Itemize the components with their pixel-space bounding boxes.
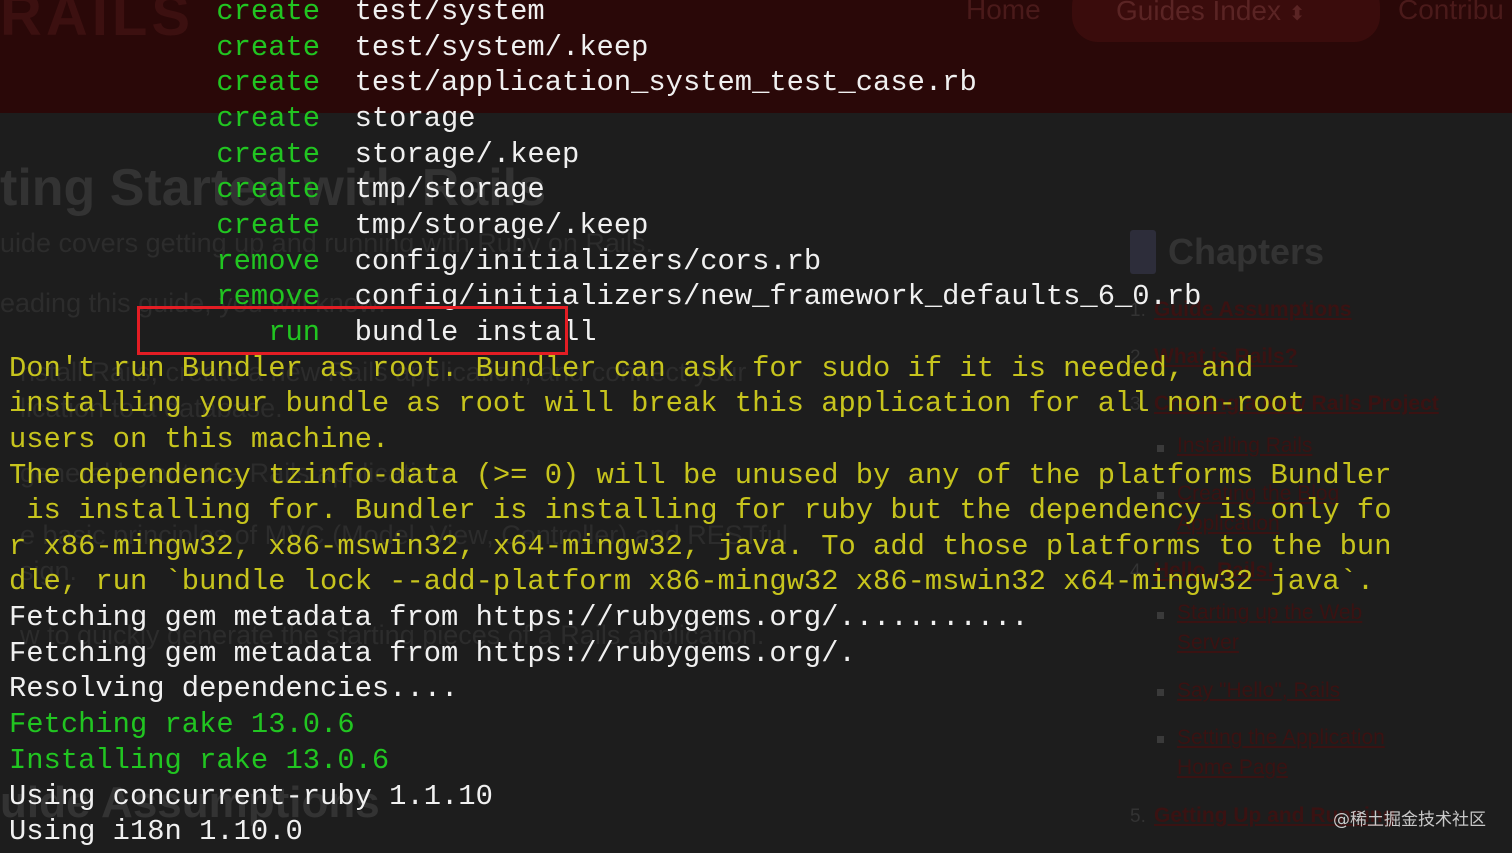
terminal-line: create test/system/.keep xyxy=(9,30,648,66)
subchapter-link[interactable]: Starting up the Web xyxy=(1177,601,1362,625)
bullet-icon xyxy=(1157,736,1164,743)
line-action: create xyxy=(216,66,321,99)
warning-line: Don't run Bundler as root. Bundler can a… xyxy=(9,352,1254,385)
output-line: Installing rake 13.0.6 xyxy=(9,744,390,777)
line-path: tmp/storage/.keep xyxy=(354,209,649,242)
output-line: Resolving dependencies.... xyxy=(9,672,459,705)
output-line: Fetching rake 13.0.6 xyxy=(9,708,355,741)
line-path: test/system/.keep xyxy=(354,31,649,64)
subchapter-link[interactable]: Home Page xyxy=(1177,756,1288,780)
nav-home-link[interactable]: Home xyxy=(966,0,1041,26)
chapters-title: Chapters xyxy=(1130,230,1324,274)
line-path: tmp/storage xyxy=(354,173,545,206)
warning-line: dle, run `bundle lock --add-platform x86… xyxy=(9,565,1375,598)
terminal-line: remove config/initializers/cors.rb xyxy=(9,244,821,280)
terminal-line: create test/application_system_test_case… xyxy=(9,65,977,101)
terminal-line: create storage/.keep xyxy=(9,137,579,173)
warning-line: installing your bundle as root will brea… xyxy=(9,387,1306,420)
chapters-panel: Chapters xyxy=(1130,230,1324,274)
warning-line: The dependency tzinfo-data (>= 0) will b… xyxy=(9,459,1392,492)
watermark: @稀土掘金技术社区 xyxy=(1333,810,1486,830)
book-icon xyxy=(1130,230,1156,274)
line-action: create xyxy=(216,0,321,28)
output-line: Using i18n 1.10.0 xyxy=(9,815,303,848)
line-action: create xyxy=(216,209,321,242)
line-action: create xyxy=(216,173,321,206)
bullet-icon xyxy=(1157,445,1164,452)
subchapter-link[interactable]: Say "Hello", Rails xyxy=(1177,679,1340,703)
line-action: create xyxy=(216,31,321,64)
guides-index-button[interactable]: Guides Index ⬍ xyxy=(1072,0,1380,42)
terminal-line: create tmp/storage xyxy=(9,172,545,208)
highlight-box xyxy=(137,306,568,355)
terminal-line: create tmp/storage/.keep xyxy=(9,208,648,244)
chapters-title-label: Chapters xyxy=(1168,231,1325,272)
output-line: Fetching gem metadata from https://rubyg… xyxy=(9,601,1029,634)
bullet-icon xyxy=(1157,612,1164,619)
line-path: test/system xyxy=(354,0,545,28)
warning-line: users on this machine. xyxy=(9,423,390,456)
output-line: Fetching gem metadata from https://rubyg… xyxy=(9,637,856,670)
bullet-icon xyxy=(1157,689,1164,696)
terminal-line: create test/system xyxy=(9,0,545,30)
subchapter-link[interactable]: Setting the Application xyxy=(1177,726,1385,750)
line-path: config/initializers/cors.rb xyxy=(354,245,822,278)
terminal-line: create storage xyxy=(9,101,476,137)
line-action: create xyxy=(216,138,321,171)
line-path: test/application_system_test_case.rb xyxy=(354,66,977,99)
line-action: remove xyxy=(216,245,321,278)
line-action: create xyxy=(216,102,321,135)
warning-line: is installing for. Bundler is installing… xyxy=(9,494,1392,527)
nav-contribute-link[interactable]: Contribu xyxy=(1398,0,1504,26)
chevron-down-icon: ⬍ xyxy=(1288,3,1306,25)
subchapter-link[interactable]: Server xyxy=(1177,631,1239,655)
line-path: storage xyxy=(354,102,476,135)
guides-index-label: Guides Index xyxy=(1116,0,1281,26)
chapter-number: 5. xyxy=(1130,806,1146,827)
warning-line: r x86-mingw32, x86-mswin32, x64-mingw32,… xyxy=(9,530,1392,563)
subchapter-link[interactable]: Installing Rails xyxy=(1177,434,1312,458)
line-path: storage/.keep xyxy=(354,138,580,171)
output-line: Using concurrent-ruby 1.1.10 xyxy=(9,780,493,813)
